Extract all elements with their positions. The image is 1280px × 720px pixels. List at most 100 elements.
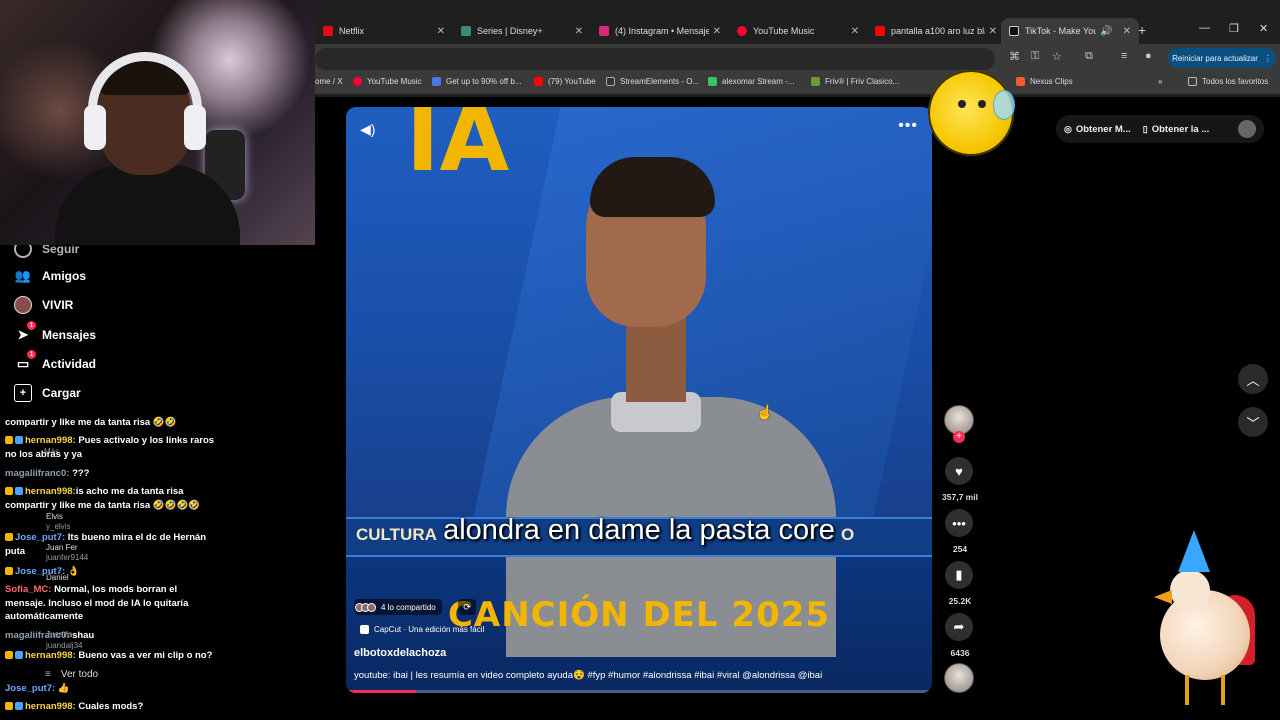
user-avatar[interactable] — [1238, 120, 1256, 138]
bookmark-youtube-music[interactable]: YouTube Music — [353, 77, 422, 86]
close-icon[interactable]: ✕ — [1123, 26, 1131, 37]
notification-badge: 1 — [27, 350, 36, 359]
capcut-link[interactable]: CapCut · Una edición más fácil — [360, 625, 484, 634]
link-icon — [432, 77, 441, 86]
live-icon — [14, 296, 32, 314]
youtube-icon — [875, 26, 885, 36]
bookmark-youtube[interactable]: (79) YouTube — [534, 77, 596, 86]
screen: Netflix ✕ Series | Disney+ ✕ (4) Instagram… — [0, 0, 1280, 720]
tab-youtube-music[interactable]: YouTube Music ✕ — [729, 18, 867, 44]
audio-icon[interactable]: 🔊 — [1100, 26, 1112, 37]
youtube-music-icon — [353, 77, 362, 86]
bee-sticker — [928, 70, 1015, 156]
upload-icon: + — [14, 384, 32, 402]
comment-count: 254 — [952, 544, 968, 554]
sidebar-item-activity[interactable]: ▭ 1 Actividad — [14, 350, 96, 373]
volume-icon[interactable]: ◀) — [360, 121, 375, 138]
chevron-right-icon[interactable]: » — [1158, 77, 1162, 86]
chat-message: hernan998:is acho me da tanta risa compa… — [5, 486, 201, 511]
rooster-sticker — [1150, 530, 1260, 710]
youtube-music-icon — [737, 26, 747, 36]
save-button[interactable]: ▮ — [945, 561, 973, 589]
restore-button[interactable]: ❐ — [1229, 22, 1239, 35]
progress-fill — [346, 690, 417, 693]
new-tab-button[interactable]: + — [1138, 22, 1146, 38]
bookmark-all-favorites[interactable]: Todos los favoritos — [1188, 77, 1268, 86]
chat-message: hernan998: Pues activalo y los links rar… — [5, 435, 215, 460]
extensions-icon[interactable]: ⧉ — [1085, 50, 1093, 63]
video-progress-bar[interactable] — [346, 690, 932, 693]
key-icon[interactable]: ⚿ — [1031, 50, 1039, 63]
bookmark-kick[interactable]: alexomar Stream -... — [708, 77, 794, 86]
friends-icon: 👥 — [14, 268, 32, 283]
nexus-icon — [1016, 77, 1025, 86]
close-icon[interactable]: ✕ — [989, 26, 997, 37]
tab-disney[interactable]: Series | Disney+ ✕ — [453, 18, 591, 44]
chevron-down-icon: ﹀ — [1246, 415, 1260, 431]
phone-icon: ▯ — [1142, 123, 1148, 134]
sound-avatar[interactable] — [944, 663, 974, 693]
video-caption: alondra en dame la pasta core — [443, 514, 835, 546]
comment-button[interactable]: ••• — [945, 509, 973, 537]
tiktok-sidebar: Seguir 👥 Amigos VIVIR ➤ 1 Mensajes ▭ 1 Activi… — [0, 240, 315, 415]
media-icon[interactable]: ≡ — [1121, 50, 1127, 62]
get-app-button[interactable]: ▯ Obtener la ... — [1143, 124, 1210, 135]
sidebar-item-live[interactable]: VIVIR — [14, 296, 73, 314]
friv-icon — [811, 77, 820, 86]
bookmark-offer[interactable]: Get up to 90% off b... — [432, 77, 521, 86]
next-video-button[interactable]: ﹀ — [1238, 407, 1268, 437]
more-options-icon[interactable]: ••• — [898, 117, 918, 135]
video-author[interactable]: elbotoxdelachoza — [354, 647, 446, 659]
sidebar-item-messages[interactable]: ➤ 1 Mensajes — [14, 321, 96, 344]
action-column: + ♥ 357,7 mil ••• 254 ▮ 25.2K ➦ 6436 — [940, 405, 980, 695]
tab-netflix[interactable]: Netflix ✕ — [315, 18, 453, 44]
update-button[interactable]: Reiniciar para actualizar ⋮ — [1168, 48, 1276, 68]
close-window-button[interactable]: ✕ — [1259, 22, 1268, 35]
save-count: 25.2K — [948, 596, 972, 606]
list-icon: ≡ — [45, 669, 51, 680]
capcut-icon — [360, 625, 369, 634]
previous-video-button[interactable]: ︿ — [1238, 364, 1268, 394]
badge-icon — [15, 651, 23, 660]
bookmark-streamelements[interactable]: StreamElements - O... — [606, 77, 699, 86]
chat-message: magaliifranc0: shau — [5, 630, 95, 641]
badge-icon — [5, 487, 13, 496]
sidebar-item-upload[interactable]: + Cargar — [14, 384, 81, 402]
stream-chat: Más Elvis y_elvis Juan Fer juanfer9144 D… — [0, 408, 315, 720]
sidebar-item-friends[interactable]: 👥 Amigos — [14, 267, 86, 285]
share-count: 6436 — [950, 648, 970, 658]
badge-icon — [15, 436, 23, 445]
see-all-link[interactable]: ≡ Ver todo — [45, 668, 98, 682]
close-icon[interactable]: ✕ — [437, 26, 445, 37]
translate-icon[interactable]: ⌘ — [1009, 50, 1020, 63]
profile-icon[interactable]: ● — [1145, 50, 1152, 62]
video-description: youtube: ibai | les resumía en video com… — [354, 670, 823, 681]
tab-instagram[interactable]: (4) Instagram • Mensajes ✕ — [591, 18, 729, 44]
chat-message: hernan998: Bueno vas a ver mi clip o no? — [5, 649, 215, 663]
chat-message: Jose_put7: Its bueno mira el dc de Herná… — [5, 532, 207, 557]
get-coins-button[interactable]: ◎ Obtener M... — [1064, 124, 1131, 135]
address-bar[interactable] — [315, 48, 995, 70]
like-button[interactable]: ♥ — [945, 457, 973, 485]
badge-icon — [5, 567, 13, 576]
bookmark-x[interactable]: ome / X — [315, 77, 343, 86]
close-icon[interactable]: ✕ — [575, 26, 583, 37]
notification-badge: 1 — [27, 321, 36, 330]
repost-icon[interactable]: ⟳ — [458, 599, 476, 615]
video-player[interactable]: IA CULTURA O CANCIÓN DEL 2025 alondra en… — [346, 107, 932, 693]
share-button[interactable]: ➦ — [945, 613, 973, 641]
bookmark-friv[interactable]: Friv® | Friv Clasico... — [811, 77, 899, 86]
close-icon[interactable]: ✕ — [713, 26, 721, 37]
bookmark-nexus-clips[interactable]: Nexus Clips — [1016, 77, 1073, 86]
tab-tiktok[interactable]: TikTok - Make Your D🔊✕ — [1001, 18, 1139, 44]
bookmark-icon: ▮ — [955, 567, 963, 582]
tab-youtube-search[interactable]: pantalla a100 aro luz blan ✕ — [867, 18, 1005, 44]
streamelements-icon — [606, 77, 615, 86]
browser-window: Netflix ✕ Series | Disney+ ✕ (4) Instagram… — [315, 0, 1280, 97]
shared-by-pill[interactable]: 4 lo compartido — [354, 599, 442, 615]
minimize-button[interactable]: — — [1199, 22, 1210, 34]
close-icon[interactable]: ✕ — [851, 26, 859, 37]
follow-plus-icon[interactable]: + — [953, 431, 965, 443]
star-icon[interactable]: ☆ — [1052, 50, 1062, 63]
badge-icon — [15, 487, 23, 496]
